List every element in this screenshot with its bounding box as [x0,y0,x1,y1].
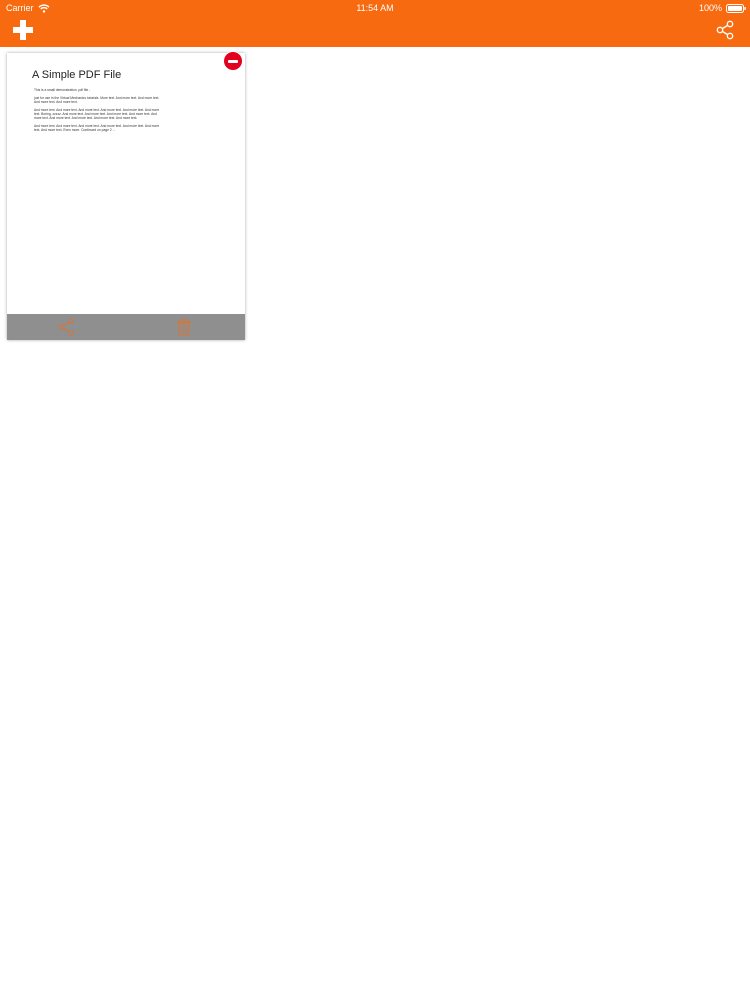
pdf-thumbnail[interactable]: A Simple PDF File This is a small demons… [7,53,245,314]
share-icon [716,20,734,40]
minus-circle-icon [228,60,238,63]
document-card[interactable]: A Simple PDF File This is a small demons… [7,51,245,340]
share-icon [58,318,74,336]
add-button[interactable] [13,20,33,40]
share-button[interactable] [715,20,735,40]
battery-icon [726,3,746,13]
battery-group: 100% [699,3,746,13]
trash-icon [177,318,191,336]
pdf-paragraph: This is a small demonstration .pdf file … [34,88,91,92]
navigation-bar: Carrier 11:54 AM 100% [0,0,750,47]
battery-percent: 100% [698,3,722,13]
pdf-title: A Simple PDF File [32,69,122,81]
remove-document-badge[interactable] [223,51,243,71]
pdf-paragraph: And more text. And more text. And more t… [34,107,160,121]
pdf-paragraph: And more text. And more text. And more t… [34,123,160,132]
status-bar: Carrier 11:54 AM 100% [0,0,750,16]
card-delete-button[interactable] [175,318,193,336]
status-time: 11:54 AM [356,3,394,13]
card-share-button[interactable] [57,318,75,336]
pdf-body-text: This is a small demonstration .pdf file … [34,88,161,136]
card-footer [7,314,245,340]
plus-icon [13,20,33,40]
pdf-paragraph: just for use in the Virtual Mechanics tu… [34,95,160,104]
